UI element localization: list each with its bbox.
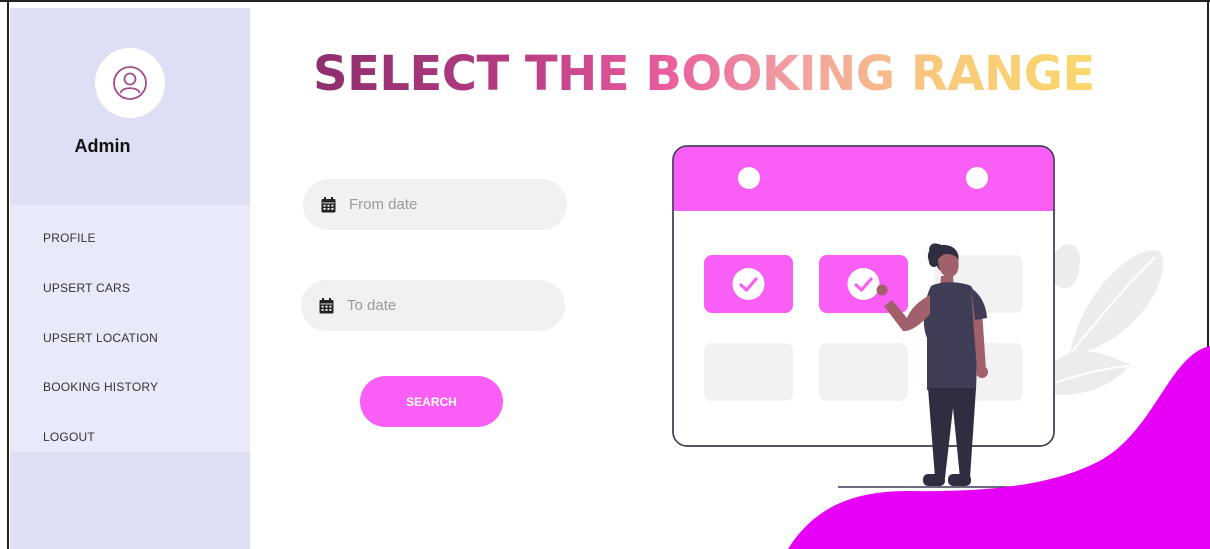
window-border-left bbox=[7, 0, 9, 549]
calendar-icon bbox=[321, 196, 336, 212]
search-button[interactable]: SEARCH bbox=[360, 376, 503, 427]
from-date-input[interactable] bbox=[349, 196, 529, 213]
calendar-graphic bbox=[672, 145, 1055, 447]
window-border-top bbox=[0, 0, 1210, 2]
sidebar-item-profile[interactable]: PROFILE bbox=[43, 231, 96, 245]
user-circle-icon bbox=[113, 66, 147, 100]
sidebar-item-upsert-location[interactable]: UPSERT LOCATION bbox=[43, 331, 158, 345]
app-window: Admin PROFILE UPSERT CARS UPSERT LOCATIO… bbox=[0, 0, 1210, 549]
sidebar: Admin PROFILE UPSERT CARS UPSERT LOCATIO… bbox=[10, 8, 250, 549]
sidebar-nav: PROFILE UPSERT CARS UPSERT LOCATION BOOK… bbox=[10, 205, 250, 452]
sidebar-item-booking-history[interactable]: BOOKING HISTORY bbox=[43, 380, 158, 394]
calendar-icon bbox=[319, 297, 334, 313]
booking-calendar-illustration bbox=[672, 145, 1210, 549]
to-date-field[interactable] bbox=[301, 280, 565, 331]
page-title: SELECT THE BOOKING RANGE bbox=[313, 46, 1095, 102]
from-date-field[interactable] bbox=[303, 179, 567, 230]
user-name: Admin bbox=[74, 136, 131, 156]
sidebar-item-logout[interactable]: LOGOUT bbox=[43, 430, 95, 444]
sidebar-item-upsert-cars[interactable]: UPSERT CARS bbox=[43, 281, 130, 295]
to-date-input[interactable] bbox=[347, 297, 527, 314]
avatar[interactable] bbox=[95, 48, 165, 118]
